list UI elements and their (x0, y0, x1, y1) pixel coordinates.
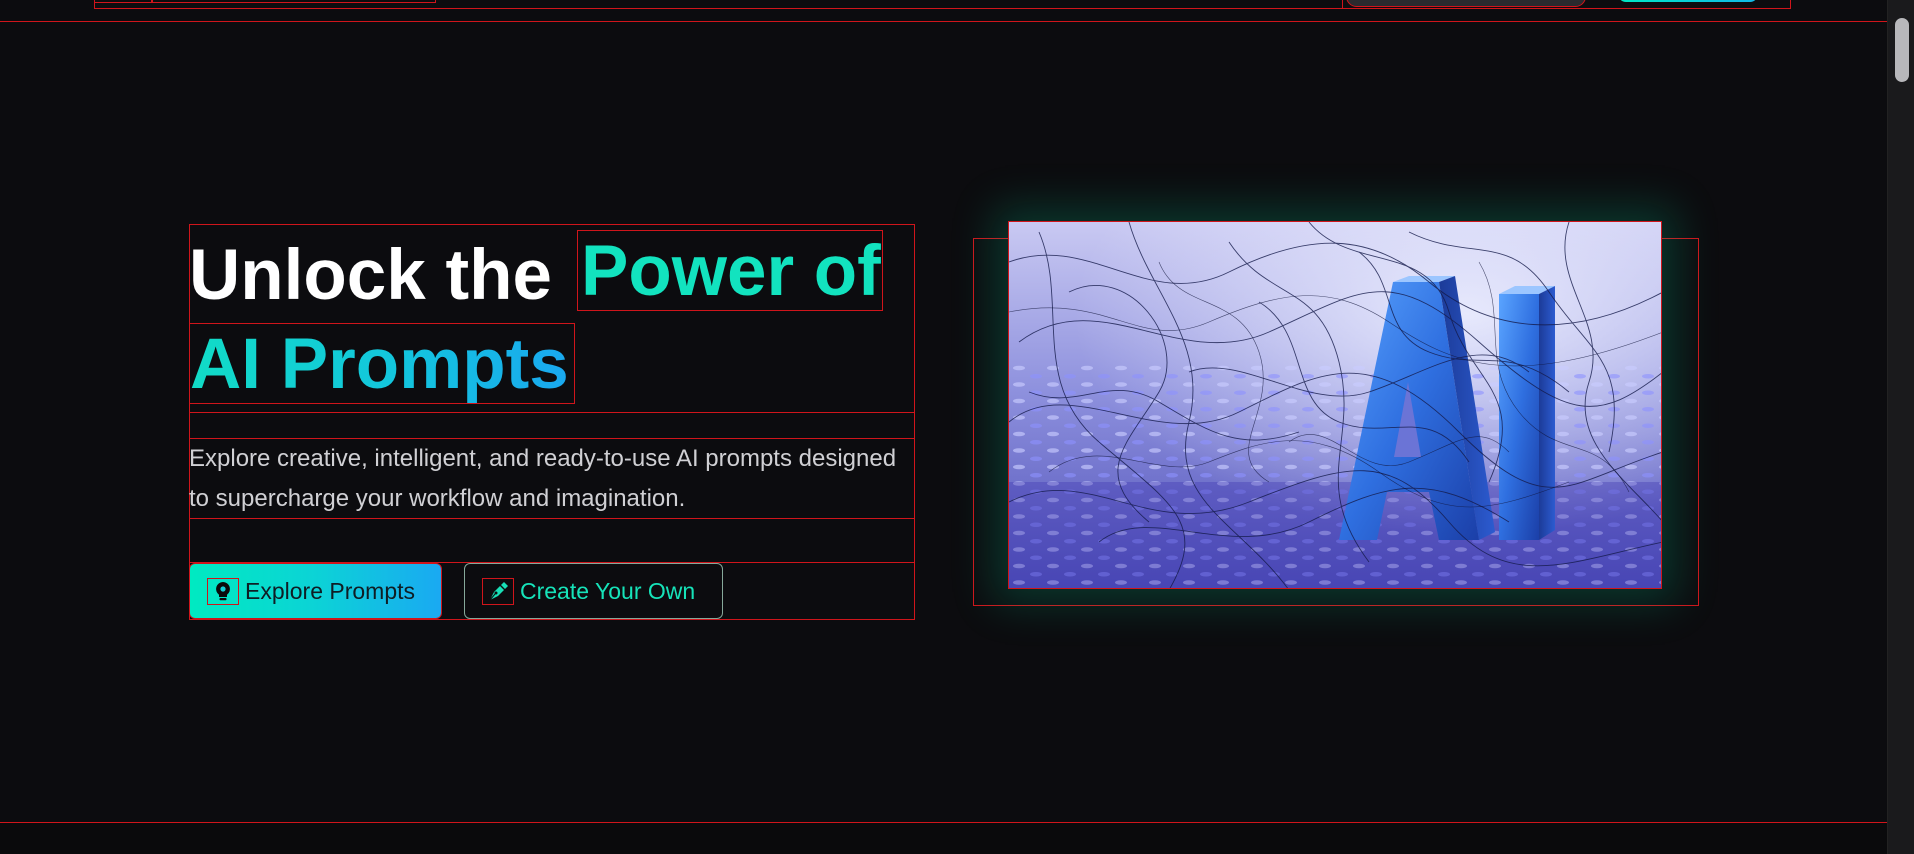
create-your-own-label: Create Your Own (520, 577, 696, 604)
nav-cta-button[interactable] (1618, 0, 1758, 2)
nav-search-input[interactable] (1346, 0, 1586, 7)
hero-button-group: Explore Prompts Create Your Own (189, 563, 915, 619)
nav-logo[interactable] (94, 0, 152, 3)
headline-text-highlight: Power of (577, 230, 883, 311)
hero-image (1008, 221, 1662, 589)
headline-text-gradient: AI Prompts (189, 323, 575, 404)
hero-headline: Unlock the Power of AI Prompts (189, 224, 915, 413)
subtitle-spacer (189, 519, 915, 563)
headline-spacer (189, 413, 915, 439)
page: Unlock the Power of AI Prompts Explore c… (0, 0, 1914, 854)
lightbulb-icon (207, 577, 239, 605)
explore-prompts-button[interactable]: Explore Prompts (189, 563, 442, 619)
nav-brand[interactable] (152, 0, 436, 3)
headline-text-plain: Unlock the (189, 236, 552, 315)
scrollbar-thumb[interactable] (1895, 18, 1909, 82)
explore-prompts-label: Explore Prompts (245, 577, 416, 604)
nav-divider (1342, 0, 1343, 9)
next-section (0, 823, 1887, 854)
hero-subtitle: Explore creative, intelligent, and ready… (189, 439, 915, 519)
vertical-scrollbar[interactable] (1887, 0, 1914, 854)
top-navbar (0, 0, 1887, 22)
create-your-own-button[interactable]: Create Your Own (464, 563, 723, 619)
pen-icon (482, 577, 514, 605)
ai-illustration (1009, 222, 1661, 588)
